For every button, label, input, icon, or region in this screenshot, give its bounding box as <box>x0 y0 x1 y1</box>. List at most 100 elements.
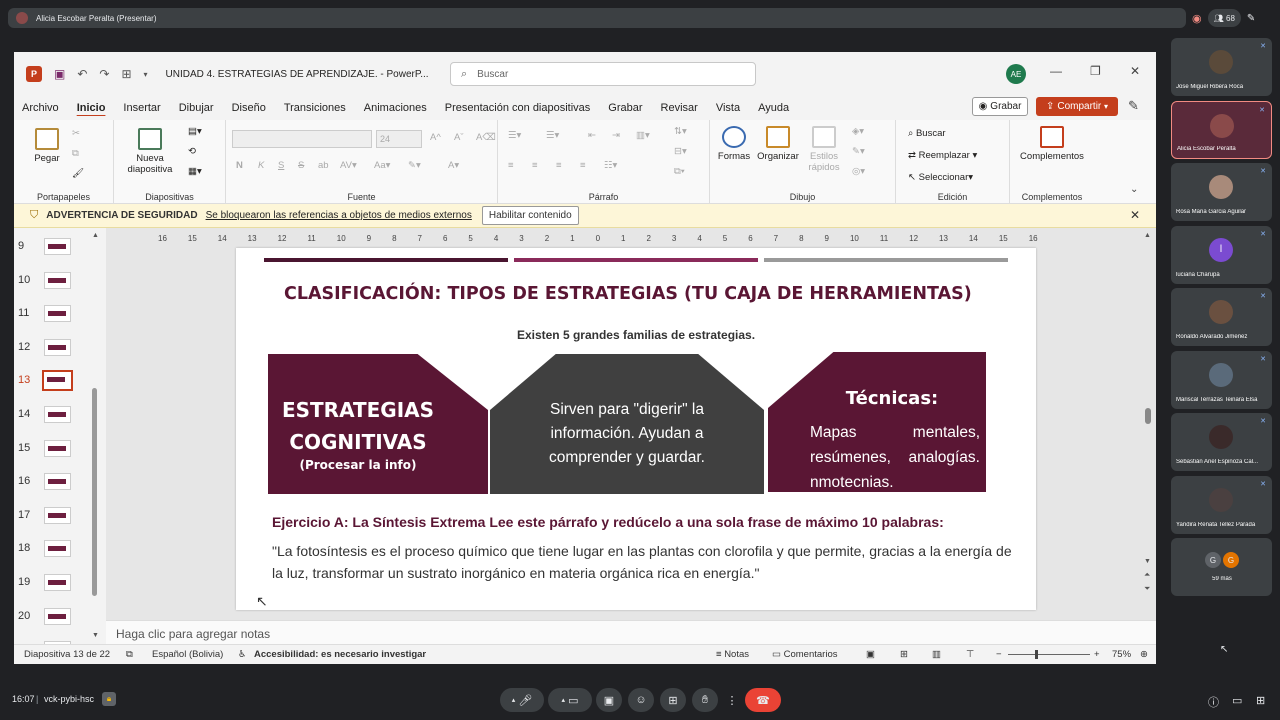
participant-tile[interactable]: G G 59 más <box>1171 538 1272 596</box>
grabar-button[interactable]: ◉ Grabar <box>972 97 1028 116</box>
fit-slide-icon[interactable]: ⊕ <box>1140 649 1148 660</box>
participant-tile[interactable]: ✕ Yandira Renata Tellez Parada <box>1171 475 1272 534</box>
menu-tab[interactable]: Dibujar <box>179 102 214 114</box>
search-box[interactable]: ⌕ Buscar <box>450 62 756 86</box>
slide-thumbnail[interactable]: 15 <box>14 436 104 466</box>
participant-tile[interactable]: ✕ Rosa Maria Garcia Aguilar <box>1171 163 1272 221</box>
menu-tab[interactable]: Diseño <box>232 102 266 114</box>
participant-tile[interactable]: ✕ Sebastián Ariel Espinoza Cal... <box>1171 413 1272 471</box>
present-icon[interactable]: ⊞ <box>121 67 131 81</box>
participant-tile[interactable]: ✕ Alicia Escobar Peralta <box>1171 100 1272 159</box>
editor-scrollbar[interactable] <box>1145 408 1151 424</box>
menu-tab[interactable]: Inicio <box>77 102 106 114</box>
menu-tab[interactable]: Animaciones <box>364 102 427 114</box>
align-right-icon[interactable]: ≡ <box>556 160 562 171</box>
security-link[interactable]: Se bloquearon las referencias a objetos … <box>206 210 472 221</box>
thumbs-scroll-down-icon[interactable]: ▼ <box>92 632 99 639</box>
chat-icon[interactable]: ▭ <box>1232 694 1242 707</box>
bold-icon[interactable]: N <box>236 160 243 171</box>
slide-canvas[interactable]: CLASIFICACIÓN: TIPOS DE ESTRATEGIAS (TU … <box>236 248 1036 610</box>
menu-tab[interactable]: Revisar <box>661 102 698 114</box>
case-icon[interactable]: Aa▾ <box>374 160 390 171</box>
paste-button[interactable]: Pegar <box>32 128 62 164</box>
format-painter-icon[interactable]: 🖌︎ <box>72 168 84 179</box>
zoom-slider-thumb[interactable] <box>1035 650 1038 659</box>
account-avatar[interactable]: AE <box>1006 64 1026 84</box>
slide-thumbnail[interactable]: 11 <box>14 301 104 331</box>
shapes-button[interactable]: Formas <box>714 126 754 162</box>
columns-icon[interactable]: ▥▾ <box>636 130 650 141</box>
host-controls-icon[interactable]: 🔒︎ <box>102 692 116 706</box>
sorter-view-icon[interactable]: ⊞ <box>900 649 908 660</box>
comments-icon[interactable]: ✎ <box>1128 98 1139 114</box>
compartir-button[interactable]: ⇪ Compartir ▾ <box>1036 97 1118 116</box>
find-button[interactable]: ⌕ Buscar <box>908 128 946 139</box>
shape-outline-icon[interactable]: ✎▾ <box>852 146 865 157</box>
notes-pane[interactable]: Haga clic para agregar notas <box>106 620 1156 644</box>
present-button[interactable]: ⊞ <box>660 688 686 712</box>
editor-scroll-up-icon[interactable]: ▲ <box>1144 232 1151 239</box>
collapse-ribbon-icon[interactable]: ⌄ <box>1130 184 1138 195</box>
indent-icon[interactable]: ⇥ <box>612 130 620 141</box>
save-icon[interactable]: ▣ <box>54 67 65 81</box>
notes-toggle[interactable]: ≡ Notas <box>716 649 749 660</box>
language-status[interactable]: Español (Bolivia) <box>152 649 223 660</box>
menu-tab[interactable]: Archivo <box>22 102 59 114</box>
highlight-icon[interactable]: ✎▾ <box>408 160 421 171</box>
slide-thumbnail[interactable]: 18 <box>14 536 104 566</box>
underline-icon[interactable]: S <box>278 160 284 171</box>
slideshow-view-icon[interactable]: ⊤ <box>966 649 974 660</box>
zoom-in-icon[interactable]: + <box>1094 649 1100 660</box>
align-center-icon[interactable]: ≡ <box>532 160 538 171</box>
menu-tab[interactable]: Insertar <box>123 102 160 114</box>
quick-styles-button[interactable]: Estilos rápidos <box>804 126 844 173</box>
accessibility-status[interactable]: Accesibilidad: es necesario investigar <box>254 649 426 660</box>
clear-format-icon[interactable]: A⌫ <box>476 132 496 143</box>
bullets-icon[interactable]: ☰▾ <box>508 130 521 141</box>
zoom-slider[interactable] <box>1008 654 1090 655</box>
justify-icon[interactable]: ≡ <box>580 160 586 171</box>
participant-tile[interactable]: ✕ Ronaldo Alvarado Jimenez <box>1171 288 1272 346</box>
close-icon[interactable]: ✕ <box>1130 64 1140 78</box>
shape-fill-icon[interactable]: ◈▾ <box>852 126 864 137</box>
replace-button[interactable]: ⇄ Reemplazar ▾ <box>908 150 977 161</box>
grow-font-icon[interactable]: A^ <box>430 132 441 143</box>
slide-thumbnail[interactable]: 16 <box>14 469 104 499</box>
edit-icon[interactable]: ✎ <box>1247 13 1255 24</box>
record-icon[interactable]: ◉ <box>1192 12 1202 25</box>
slide-thumbnail[interactable]: 20 <box>14 604 104 634</box>
layout-icon[interactable]: ▤▾ <box>188 126 202 137</box>
mic-control[interactable]: ▴ 🎤︎ <box>500 688 544 712</box>
strike-icon[interactable]: S <box>298 160 304 171</box>
numbering-icon[interactable]: ☰▾ <box>546 130 559 141</box>
thumbs-scrollbar[interactable] <box>92 388 97 596</box>
menu-tab[interactable]: Grabar <box>608 102 642 114</box>
slide-thumbnail[interactable]: 10 <box>14 268 104 298</box>
menu-tab[interactable]: Vista <box>716 102 740 114</box>
select-button[interactable]: ↖ Seleccionar▾ <box>908 172 973 183</box>
normal-view-icon[interactable]: ▣ <box>866 649 875 660</box>
smartart-icon[interactable]: ⧉▾ <box>674 166 685 177</box>
align-left-icon[interactable]: ≡ <box>508 160 514 171</box>
outdent-icon[interactable]: ⇤ <box>588 130 596 141</box>
menu-tab[interactable]: Presentación con diapositivas <box>445 102 591 114</box>
raise-hand-button[interactable]: ✋︎ <box>692 688 718 712</box>
line-spacing-icon[interactable]: ☷▾ <box>604 160 617 171</box>
text-direction-icon[interactable]: ⇅▾ <box>674 126 687 137</box>
prev-slide-icon[interactable]: ⏶ <box>1144 570 1150 580</box>
spellcheck-icon[interactable]: ⧉ <box>126 649 133 660</box>
slide-thumbnail[interactable]: 13 <box>14 368 104 398</box>
reactions-button[interactable]: ☺ <box>628 688 654 712</box>
section-icon[interactable]: ▦▾ <box>188 166 202 177</box>
activities-icon[interactable]: ⊞ <box>1256 694 1265 707</box>
customize-qa-icon[interactable]: ▾ <box>144 70 148 79</box>
shape-effects-icon[interactable]: ◎▾ <box>852 166 865 177</box>
font-name-box[interactable] <box>232 130 372 148</box>
participant-tile[interactable]: ✕ Mariscal Terrazas Teinara Elsa <box>1171 350 1272 409</box>
minimize-icon[interactable]: — <box>1050 64 1062 78</box>
slide-thumbnail[interactable]: 17 <box>14 503 104 533</box>
shadow-icon[interactable]: ab <box>318 160 329 171</box>
shrink-font-icon[interactable]: Aˇ <box>454 132 464 143</box>
thumbs-scroll-up-icon[interactable]: ▲ <box>92 232 99 239</box>
redo-icon[interactable]: ↷ <box>99 67 109 81</box>
